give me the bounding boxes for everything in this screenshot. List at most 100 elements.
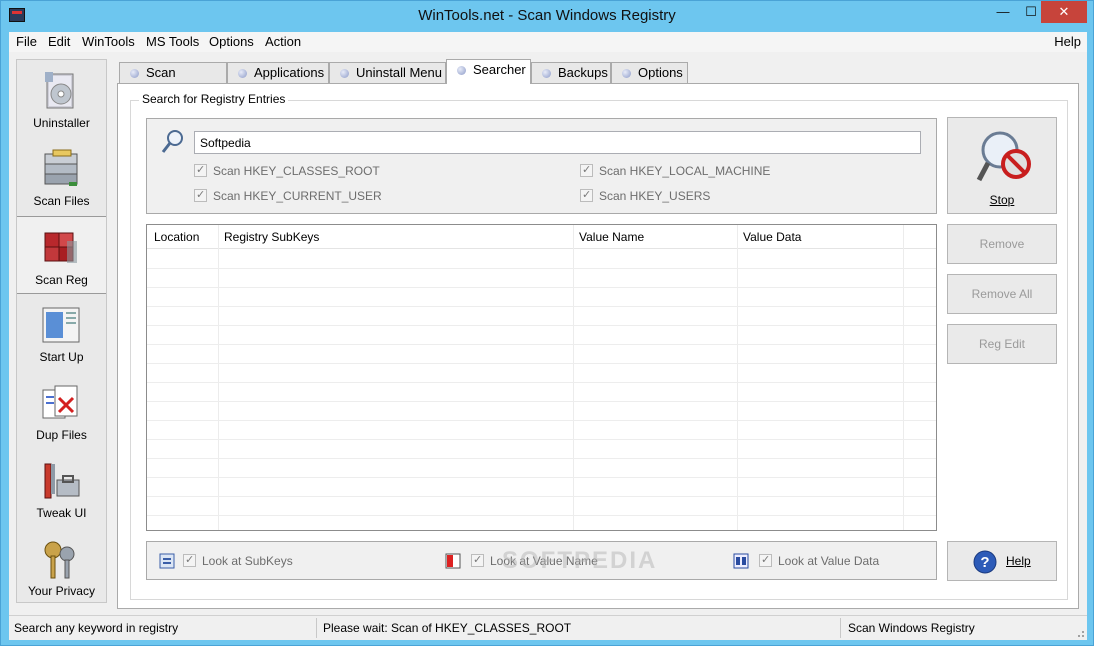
tab-dot-icon xyxy=(238,69,247,78)
remove-all-button[interactable]: Remove All xyxy=(947,274,1057,314)
tab-label: Searcher xyxy=(473,62,526,77)
results-header: Location Registry SubKeys Value Name Val… xyxy=(147,225,936,249)
look-options: Look at SubKeys Look at Value Name SOFTP… xyxy=(146,541,937,580)
status-progress: Please wait: Scan of HKEY_CLASSES_ROOT xyxy=(323,621,572,635)
sidebar-label-tweak-ui: Tweak UI xyxy=(36,506,87,520)
row-line xyxy=(147,458,936,459)
stop-button[interactable]: Stop xyxy=(947,117,1057,214)
reg-edit-button[interactable]: Reg Edit xyxy=(947,324,1057,364)
sidebar-item-scan-reg[interactable]: Scan Reg xyxy=(17,216,106,294)
tab-scan-settings[interactable]: Scan Settings xyxy=(119,62,227,100)
row-line xyxy=(147,325,936,326)
row-line xyxy=(147,344,936,345)
status-hint: Search any keyword in registry xyxy=(14,621,179,635)
value-name-icon xyxy=(445,553,461,569)
sidebar-label-scan-reg: Scan Reg xyxy=(35,273,88,287)
stop-search-icon xyxy=(976,131,1031,182)
sidebar-label-uninstaller: Uninstaller xyxy=(33,116,90,130)
check-hkey-classes-root[interactable]: Scan HKEY_CLASSES_ROOT xyxy=(194,163,380,178)
menu-ms-tools[interactable]: MS Tools xyxy=(146,34,199,49)
results-table[interactable]: Location Registry SubKeys Value Name Val… xyxy=(146,224,937,531)
checkbox-icon xyxy=(471,553,484,567)
row-line xyxy=(147,496,936,497)
tab-dot-icon xyxy=(457,66,466,75)
tab-applications[interactable]: Applications xyxy=(227,62,329,83)
column-value-name[interactable]: Value Name xyxy=(579,230,644,244)
check-label: Scan HKEY_LOCAL_MACHINE xyxy=(599,164,771,178)
tab-label: Backups xyxy=(558,65,608,80)
resize-grip-icon[interactable] xyxy=(1075,628,1085,638)
close-button[interactable]: ✕ xyxy=(1041,1,1087,23)
tab-uninstall-menu[interactable]: Uninstall Menu xyxy=(329,62,446,83)
search-group: Search for Registry Entries Scan HKEY_CL… xyxy=(130,92,1068,600)
remove-button[interactable]: Remove xyxy=(947,224,1057,264)
tab-dot-icon xyxy=(622,69,631,78)
stop-label: Stop xyxy=(989,193,1015,207)
tab-label: Options xyxy=(638,65,683,80)
help-label: Help xyxy=(1006,554,1031,568)
tab-searcher[interactable]: Searcher xyxy=(446,59,531,84)
status-module: Scan Windows Registry xyxy=(848,621,975,635)
check-look-subkeys[interactable]: Look at SubKeys xyxy=(183,553,293,568)
tab-dot-icon xyxy=(542,69,551,78)
scan-files-icon xyxy=(44,149,78,186)
row-line xyxy=(147,515,936,516)
tweak-ui-icon xyxy=(44,463,80,499)
tab-options[interactable]: Options xyxy=(611,62,688,83)
menu-bar: File Edit WinTools MS Tools Options Acti… xyxy=(9,32,1087,52)
check-label: Look at Value Data xyxy=(778,554,880,568)
row-line xyxy=(147,420,936,421)
status-bar: Search any keyword in registry Please wa… xyxy=(9,615,1087,640)
row-line xyxy=(147,287,936,288)
column-divider xyxy=(737,225,738,530)
menu-file[interactable]: File xyxy=(16,34,37,49)
tab-label: Applications xyxy=(254,65,325,80)
checkbox-icon xyxy=(194,188,207,202)
column-divider xyxy=(903,225,904,530)
check-hkey-local-machine[interactable]: Scan HKEY_LOCAL_MACHINE xyxy=(580,163,771,178)
row-line xyxy=(147,439,936,440)
tab-dot-icon xyxy=(130,69,139,78)
check-label: Scan HKEY_USERS xyxy=(599,189,711,203)
menu-wintools[interactable]: WinTools xyxy=(82,34,135,49)
check-label: Scan HKEY_CURRENT_USER xyxy=(213,189,382,203)
watermark: SOFTPEDIA xyxy=(502,547,658,574)
sidebar-item-tweak-ui[interactable]: Tweak UI xyxy=(17,450,106,528)
app-window: WinTools.net - Scan Windows Registry — ☐… xyxy=(0,0,1094,646)
row-line xyxy=(147,363,936,364)
column-value-data[interactable]: Value Data xyxy=(743,230,801,244)
check-hkey-current-user[interactable]: Scan HKEY_CURRENT_USER xyxy=(194,188,382,203)
search-input[interactable] xyxy=(194,131,921,154)
privacy-icon xyxy=(44,541,75,579)
help-button[interactable]: ? Help xyxy=(947,541,1057,581)
column-registry-subkeys[interactable]: Registry SubKeys xyxy=(224,230,319,244)
minimize-button[interactable]: — xyxy=(988,1,1018,23)
row-line xyxy=(147,306,936,307)
menu-options[interactable]: Options xyxy=(209,34,254,49)
column-divider xyxy=(573,225,574,530)
menu-edit[interactable]: Edit xyxy=(48,34,70,49)
tools-sidebar: Uninstaller Scan Files Scan Reg Start Up… xyxy=(16,59,107,603)
sidebar-item-uninstaller[interactable]: Uninstaller xyxy=(17,60,106,138)
sidebar-item-scan-files[interactable]: Scan Files xyxy=(17,138,106,216)
menu-help[interactable]: Help xyxy=(1054,34,1081,49)
scan-reg-icon xyxy=(44,232,77,263)
subkeys-icon xyxy=(159,553,175,569)
column-divider xyxy=(218,225,219,530)
row-line xyxy=(147,401,936,402)
searcher-panel: Search for Registry Entries Scan HKEY_CL… xyxy=(117,83,1079,609)
svg-text:?: ? xyxy=(980,554,989,571)
menu-action[interactable]: Action xyxy=(265,34,301,49)
sidebar-label-scan-files: Scan Files xyxy=(33,194,90,208)
title-bar[interactable]: WinTools.net - Scan Windows Registry — ☐… xyxy=(1,1,1093,32)
checkbox-icon xyxy=(194,163,207,177)
check-look-value-data[interactable]: Look at Value Data xyxy=(759,553,880,568)
sidebar-item-dup-files[interactable]: Dup Files xyxy=(17,372,106,450)
check-hkey-users[interactable]: Scan HKEY_USERS xyxy=(580,188,711,203)
tab-backups[interactable]: Backups xyxy=(531,62,611,83)
sidebar-item-your-privacy[interactable]: Your Privacy xyxy=(17,528,106,606)
sidebar-item-start-up[interactable]: Start Up xyxy=(17,294,106,372)
column-location[interactable]: Location xyxy=(154,230,199,244)
checkbox-icon xyxy=(580,163,593,177)
startup-icon xyxy=(42,307,80,343)
